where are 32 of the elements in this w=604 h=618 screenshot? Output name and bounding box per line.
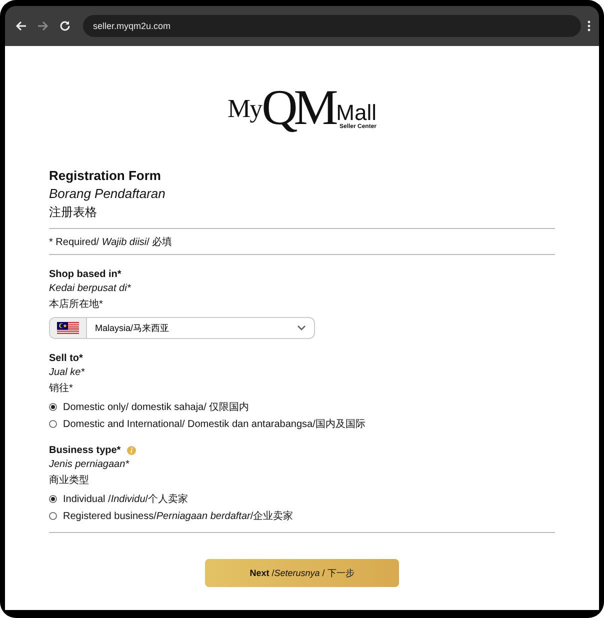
chevron-down-icon (297, 325, 306, 331)
address-bar[interactable]: seller.myqm2u.com (83, 15, 581, 37)
country-select[interactable]: Malaysia/马来西亚 (49, 317, 315, 339)
field-label: Jual ke* (49, 367, 86, 378)
radio-button[interactable] (49, 512, 57, 520)
logo-mark: QM (262, 82, 334, 132)
logo-text: My (227, 94, 262, 125)
field-label: Business type* (49, 445, 121, 456)
field-label: 销往* (49, 382, 74, 395)
reload-icon[interactable] (59, 20, 71, 32)
field-label: Kedai berpusat di* (49, 283, 132, 294)
form-title: Registration Form (49, 168, 162, 183)
field-label: 本店所在地* (49, 298, 104, 311)
required-note: * Required/ Wajib diisi/ 必填 (49, 237, 172, 248)
back-icon[interactable] (15, 20, 27, 32)
next-button[interactable]: Next /Seterusnya / 下一步 (205, 559, 399, 587)
form-title: Borang Pendaftaran (49, 186, 166, 201)
logo-text: Mall (336, 102, 377, 124)
flag-icon (57, 322, 79, 334)
radio-button[interactable] (49, 420, 57, 428)
field-label: Sell to* (49, 353, 83, 364)
field-label: 商业类型 (49, 474, 90, 487)
field-label: Shop based in* (49, 269, 122, 280)
option-label: Domestic only/ domestik sahaja/ 仅限国内 (63, 400, 250, 414)
form-title: 注册表格 (49, 204, 98, 221)
option-label: Registered business/Perniagaan berdaftar/企业卖家 (63, 510, 294, 523)
radio-button[interactable] (49, 495, 57, 503)
more-menu-icon[interactable] (587, 20, 591, 32)
option-label: Domestic and International/ Domestik dan antarabangsa/国内及国际 (63, 418, 366, 431)
radio-button[interactable] (49, 403, 57, 411)
field-label: Jenis perniagaan* (49, 459, 130, 470)
option-label: Individual /Individu/个人卖家 (63, 492, 188, 506)
